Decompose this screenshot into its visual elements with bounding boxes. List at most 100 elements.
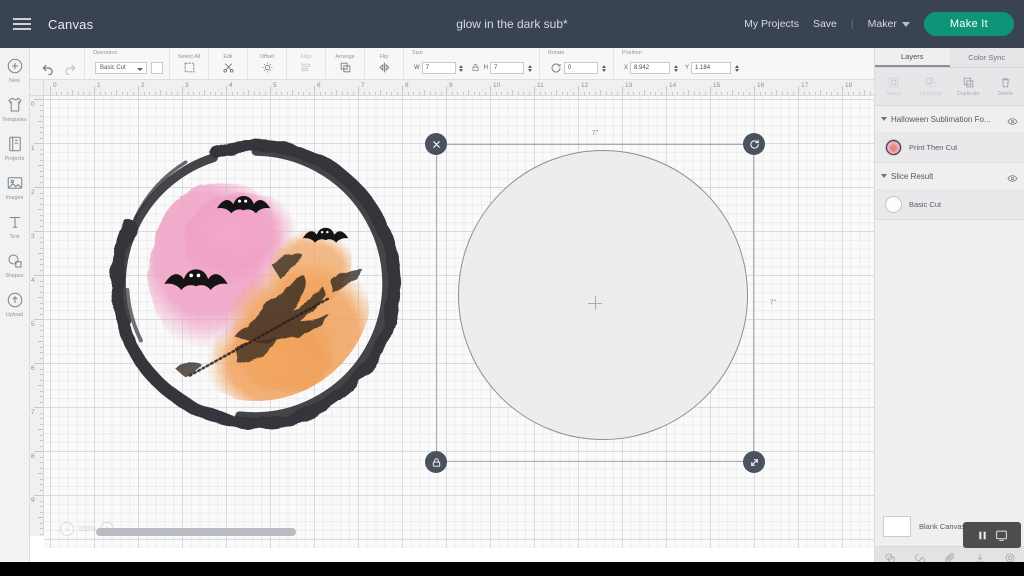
sidebar-item-projects[interactable]: Projects	[0, 134, 30, 162]
ruler-minor-tick	[561, 92, 563, 95]
lock-handle[interactable]	[425, 451, 447, 473]
edit-button[interactable]: Edit	[215, 52, 241, 76]
position-x-input[interactable]: 8.942	[630, 62, 671, 74]
make-it-button[interactable]: Make It	[923, 12, 1014, 36]
sidebar-item-templates[interactable]: Templates	[0, 95, 30, 123]
group-label: Group	[886, 91, 902, 97]
sidebar-item-images[interactable]: Images	[0, 173, 30, 201]
save-button[interactable]: Save	[813, 18, 837, 30]
ruler-minor-tick	[66, 92, 68, 95]
horizontal-scrollbar-thumb[interactable]	[96, 528, 296, 536]
ruler-minor-tick	[853, 92, 854, 95]
layer-row-basic-cut[interactable]: Basic Cut	[875, 189, 1024, 219]
delete-x-handle[interactable]	[425, 133, 447, 155]
shirt-icon	[5, 95, 25, 115]
operation-select[interactable]: Basic Cut	[95, 62, 147, 74]
selected-object-circle[interactable]: 7" 7"	[425, 130, 776, 473]
ruler-minor-tick	[231, 92, 233, 95]
rotate-stepper[interactable]	[600, 62, 607, 74]
size-width-stepper[interactable]	[458, 62, 465, 74]
layer-group-header[interactable]: Slice Result	[875, 163, 1024, 189]
ruler-label: 3	[185, 82, 189, 89]
position-y-input[interactable]: 1.184	[691, 62, 732, 74]
horizontal-scrollbar[interactable]	[88, 528, 874, 536]
hamburger-menu-icon[interactable]	[0, 0, 44, 48]
ruler-minor-tick	[38, 209, 43, 210]
eye-icon[interactable]	[1007, 171, 1018, 182]
my-projects-link[interactable]: My Projects	[744, 18, 799, 30]
design-canvas[interactable]: 7" 7" − 100% +	[44, 96, 874, 548]
ruler-minor-tick	[336, 90, 337, 95]
undo-icon[interactable]	[40, 60, 56, 76]
screen-icon[interactable]	[995, 529, 1008, 542]
redo-icon[interactable]	[62, 60, 78, 76]
duplicate-icon	[962, 76, 975, 89]
position-x-stepper[interactable]	[672, 62, 679, 74]
ruler-minor-tick	[40, 225, 43, 227]
horizontal-ruler[interactable]: 0 1 2 3 4 5 6 7 8 9 10 11 12 13 14 15 16 17 18	[44, 80, 874, 96]
ruler-minor-tick	[792, 92, 794, 95]
duplicate-button[interactable]: Duplicate	[950, 68, 987, 105]
rotate-input[interactable]: 0	[564, 62, 599, 74]
delete-button[interactable]: Delete	[987, 68, 1024, 105]
zoom-out-button[interactable]: −	[60, 522, 74, 536]
ruler-minor-tick	[748, 92, 750, 95]
ruler-minor-tick	[847, 92, 849, 95]
tab-color-sync[interactable]: Color Sync	[949, 48, 1024, 67]
tab-layers[interactable]: Layers	[875, 48, 950, 67]
ruler-tick	[34, 407, 43, 408]
select-all-button[interactable]: Select All	[176, 52, 202, 76]
chevron-down-icon	[901, 21, 910, 27]
flip-button[interactable]: Flip	[371, 52, 397, 76]
size-height-input[interactable]: 7	[490, 62, 525, 74]
ruler-tick	[314, 86, 315, 95]
layer-group-header[interactable]: Halloween Sublimation Fo...	[875, 106, 1024, 132]
recording-overlay-widget[interactable]	[963, 522, 1021, 548]
artwork-halloween-ring[interactable]	[100, 126, 412, 438]
ruler-tick	[138, 86, 139, 95]
ruler-label: 13	[625, 82, 633, 89]
ruler-minor-tick	[77, 92, 79, 95]
pause-icon[interactable]	[976, 529, 989, 542]
right-panel-tabs: Layers Color Sync	[875, 48, 1024, 68]
ruler-minor-tick	[858, 92, 860, 95]
sidebar-item-text[interactable]: Text	[0, 212, 30, 240]
sidebar-item-shapes[interactable]: Shapes	[0, 251, 30, 279]
layer-row-print-then-cut[interactable]: Print Then Cut	[875, 132, 1024, 162]
sidebar-item-new[interactable]: New	[0, 56, 30, 84]
ruler-tick	[842, 86, 843, 95]
ruler-minor-tick	[40, 291, 43, 293]
vertical-ruler[interactable]: 0 1 2 3 4 5 6 7 8 9	[30, 96, 44, 536]
ruler-minor-tick	[715, 92, 717, 95]
chevron-down-icon[interactable]	[881, 174, 887, 178]
ruler-tick	[34, 495, 43, 496]
lock-aspect-icon[interactable]	[471, 63, 480, 72]
eye-icon[interactable]	[1007, 114, 1018, 125]
ruler-minor-tick	[55, 92, 57, 95]
size-height-stepper[interactable]	[526, 62, 533, 74]
circle-shape[interactable]	[458, 150, 748, 440]
group-button[interactable]: Group	[875, 68, 912, 105]
arrange-button[interactable]: Arrange	[332, 52, 358, 76]
align-button[interactable]: Align	[293, 52, 319, 76]
ruler-label: 0	[31, 101, 35, 108]
plus-circle-icon	[5, 56, 25, 76]
size-width-input[interactable]: 7	[421, 62, 456, 74]
operation-color-swatch[interactable]	[151, 62, 163, 74]
ruler-minor-tick	[435, 92, 436, 95]
chevron-down-icon[interactable]	[881, 117, 887, 121]
offset-button[interactable]: Offset	[254, 52, 280, 76]
ruler-minor-tick	[176, 92, 178, 95]
sidebar-item-upload[interactable]: Upload	[0, 290, 30, 318]
resize-handle[interactable]	[743, 451, 765, 473]
rotate-handle[interactable]	[743, 133, 765, 155]
ruler-label: 1	[97, 82, 101, 89]
shapes-icon	[5, 251, 25, 271]
machine-selector[interactable]: Maker	[868, 18, 910, 30]
position-y-stepper[interactable]	[733, 62, 740, 74]
ruler-minor-tick	[418, 92, 420, 95]
ungroup-button[interactable]: UnGroup	[912, 68, 949, 105]
ruler-minor-tick	[193, 92, 194, 95]
ruler-minor-tick	[38, 341, 43, 342]
ruler-minor-tick	[40, 198, 43, 199]
